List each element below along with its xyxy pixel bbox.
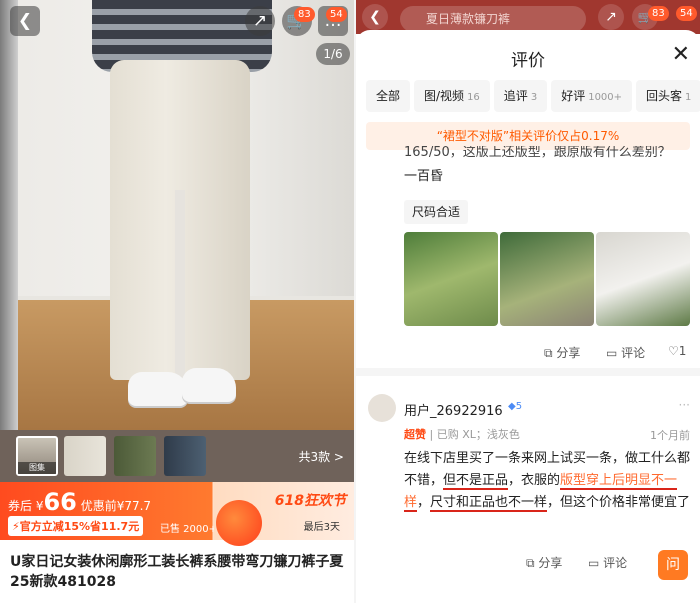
product-title: U家日记女装休闲廓形工装长裤系腰带弯刀镰刀裤子夏25新款481028 [10, 554, 344, 590]
share-icon[interactable]: ↗ [598, 4, 624, 30]
avatar[interactable] [368, 394, 396, 422]
product-panel: ❮ ↗ 🛒 83 … 54 1/6 图集 共3款 > 券后 ¥66 优惠前¥77… [0, 0, 354, 603]
review2-text-part: ，衣服的 [508, 473, 561, 488]
review1-text-cut: 165/50，这版上还版型，跟原版有什么差别？ [404, 146, 671, 160]
price-block: 券后 ¥66 优惠前¥77.7 [8, 488, 151, 516]
tab-count: 1000+ [588, 92, 623, 103]
thumb-variant[interactable] [164, 436, 206, 476]
tab-label: 回头客 [646, 89, 683, 103]
back-icon[interactable]: ❮ [10, 6, 40, 36]
tab-positive[interactable]: 好评 1000+ [551, 80, 633, 112]
like-count: 1 [678, 344, 687, 358]
review2-username[interactable]: 用户_26922916 [404, 400, 503, 419]
thumb-variant[interactable] [114, 436, 156, 476]
review2-share[interactable]: ⧉ 分享 [526, 554, 562, 571]
promo-orb [216, 500, 262, 546]
comment-icon: ▭ [606, 346, 618, 360]
search-input[interactable]: 夏日薄款镰刀裤 [400, 6, 586, 32]
share-label: 分享 [556, 346, 581, 360]
price-bar: 券后 ¥66 优惠前¥77.7 ⚡官方立减15%省11.7元 已售 2000+ … [0, 482, 354, 546]
tab-label: 全部 [376, 89, 401, 103]
user-level-badge: ◆5 [508, 401, 522, 412]
coupon-badge[interactable]: ⚡官方立减15%省11.7元 [8, 516, 144, 536]
share-icon[interactable]: ↗ [245, 6, 275, 36]
photo-leg-gap [175, 190, 185, 380]
thumb-gallery[interactable]: 图集 [16, 436, 58, 476]
message-badge: 54 [326, 7, 347, 22]
tab-repeat-buyers[interactable]: 回头客 1 [636, 80, 700, 112]
photo-mirror-edge [0, 0, 18, 430]
tab-count: 16 [467, 92, 480, 103]
cart-badge: 83 [648, 6, 669, 21]
promo-countdown: 最后3天 [303, 522, 340, 533]
review1-comment[interactable]: ▭ 评论 [606, 344, 645, 361]
size-tag: 尺码合适 [404, 200, 469, 224]
share-icon: ⧉ [544, 346, 553, 360]
review2-comment[interactable]: ▭ 评论 [588, 554, 627, 571]
photo-shoe-right [182, 368, 236, 402]
tab-label: 追评 [503, 89, 528, 103]
share-label: 分享 [538, 556, 563, 570]
tab-count: 3 [530, 92, 538, 103]
price-original: 优惠前¥77.7 [80, 499, 152, 513]
comment-icon: ▭ [588, 556, 600, 570]
ask-button[interactable]: 问 [658, 550, 688, 580]
message-badge: 54 [676, 6, 697, 21]
thumb-gallery-label: 图集 [18, 462, 56, 474]
cart-badge: 83 [294, 7, 315, 22]
rating-badge: 超赞 [404, 428, 426, 441]
thumb-variant[interactable] [64, 436, 106, 476]
review2-meta: 超赞 | 已购 XL；浅灰色 [404, 428, 520, 441]
product-photo[interactable] [0, 0, 354, 430]
back-icon[interactable]: ❮ [362, 4, 388, 30]
review1-share[interactable]: ⧉ 分享 [544, 344, 580, 361]
purchase-info: 已购 XL；浅灰色 [436, 428, 520, 441]
variant-thumbnails: 图集 共3款 > [0, 430, 354, 482]
review-photo[interactable] [596, 232, 690, 326]
diamond-icon: ◆ [508, 401, 516, 412]
tab-all[interactable]: 全部 [366, 80, 411, 112]
comment-label: 评论 [603, 556, 628, 570]
sold-count: 已售 2000+ [160, 524, 218, 535]
review-filter-tabs: 全部 图/视频 16 追评 3 好评 1000+ 回头客 1 [366, 80, 700, 112]
tab-label: 好评 [561, 89, 586, 103]
price-amount: 66 [43, 488, 77, 516]
tab-label: 图/视频 [424, 89, 465, 103]
review2-text-part: ， [417, 495, 431, 510]
review2-text-part: ，但这个价格非常便宜了 [547, 495, 691, 510]
user-level: 5 [515, 401, 523, 412]
review1-text: 一百昏 [404, 169, 444, 184]
share-icon: ⧉ [526, 556, 535, 570]
more-icon[interactable]: ··· [679, 398, 690, 412]
close-icon[interactable]: ✕ [672, 42, 690, 67]
sheet-title: 评价 [511, 51, 545, 71]
review2-text-underlined: 尺寸和正品也不一样 [430, 495, 548, 512]
tab-followup[interactable]: 追评 3 [493, 80, 548, 112]
heart-icon: ♡ [668, 344, 679, 358]
top-bar: ❮ 夏日薄款镰刀裤 ↗ 🛒 83 54 [356, 0, 700, 34]
photo-shoe-left [128, 372, 188, 406]
review2-text: 在线下店里买了一条来网上试买一条，做工什么都不错，但不是正品，衣服的版型穿上后明… [404, 448, 692, 514]
promo-title: 618狂欢节 [274, 493, 346, 509]
review-divider [356, 368, 700, 376]
photo-pager: 1/6 [316, 43, 350, 65]
review1-like[interactable]: ♡1 [668, 344, 686, 358]
tab-photo-video[interactable]: 图/视频 16 [414, 80, 490, 112]
reviews-panel: ❮ 夏日薄款镰刀裤 ↗ 🛒 83 54 评价 ✕ 全部 图/视频 16 追评 3 好评 10… [356, 0, 700, 603]
price-prefix: 券后 ¥ [8, 499, 44, 513]
review-photo[interactable] [500, 232, 594, 326]
promo-banner[interactable]: 618狂欢节 最后3天 [214, 482, 354, 546]
review2-text-underlined: 但不是正品 [443, 473, 509, 490]
review-photo[interactable] [404, 232, 498, 326]
review2-date: 1个月前 [650, 429, 690, 442]
variants-total-link[interactable]: 共3款 > [298, 448, 344, 465]
comment-label: 评论 [621, 346, 646, 360]
tab-count: 1 [685, 92, 692, 103]
photo-watermark [140, 205, 220, 215]
